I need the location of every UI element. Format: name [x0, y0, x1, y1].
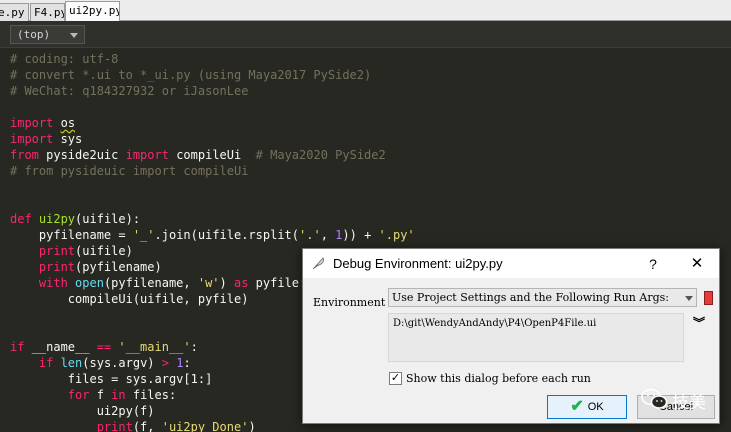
environment-label: Environment [313, 296, 386, 309]
edit-environment-icon[interactable] [704, 291, 713, 305]
code-line: # from pysideuic import compileUi [10, 164, 249, 178]
code-line: print(uifile) [38, 244, 133, 258]
code-line: for f in files: [10, 388, 177, 402]
tab-f4-py[interactable]: F4.py [30, 3, 65, 21]
chevron-down-icon [685, 296, 693, 301]
chevron-down-icon [70, 33, 78, 38]
environment-dropdown[interactable]: Use Project Settings and the Following R… [388, 288, 697, 307]
close-button[interactable]: ✕ [687, 254, 707, 274]
run-args-field[interactable]: D:\git\WendyAndAndy\P4\OpenP4File.ui [388, 313, 684, 362]
code-line: ui2py(f) [10, 404, 155, 418]
watermark: 技美 [640, 386, 716, 413]
tab-e-py[interactable]: e.py [0, 3, 29, 21]
dialog-titlebar[interactable]: Debug Environment: ui2py.py ? ✕ [303, 249, 719, 278]
scope-bar: (top) [0, 21, 731, 48]
expand-icon[interactable]: ︾ [692, 317, 706, 329]
code-line: # coding: utf-8 [10, 52, 119, 66]
code-line: compileUi(uifile, pyfile) [10, 292, 249, 306]
tab-ui2py-py[interactable]: ui2py.py [65, 1, 120, 22]
wechat-logo-icon [641, 388, 668, 409]
ok-button[interactable]: ✔ OK [547, 395, 627, 419]
code-line: files = sys.argv[1:] [10, 372, 213, 386]
code-line: print(f, 'ui2py Done') [10, 420, 256, 432]
code-line: def ui2py(uifile): [10, 212, 141, 226]
code-line: with open(pyfilename, 'w') as pyfile: [10, 276, 307, 290]
code-line: pyfilename = '_'.join(uifile.rsplit('.',… [10, 228, 415, 242]
code-line: from pyside2uic import compileUi # Maya2… [10, 148, 386, 162]
dialog-title: Debug Environment: ui2py.py [333, 256, 503, 271]
run-args-value: D:\git\WendyAndAndy\P4\OpenP4File.ui [393, 318, 597, 329]
show-dialog-checkbox[interactable]: ✓ [389, 372, 402, 385]
show-dialog-label: Show this dialog before each run [406, 372, 591, 385]
code-line: import sys [10, 132, 83, 146]
code-line: print(pyfilename) [38, 260, 162, 274]
code-line: # WeChat: q184327932 or iJasonLee [10, 84, 249, 98]
scope-dropdown-value: (top) [17, 28, 51, 41]
scope-dropdown[interactable]: (top) [10, 25, 85, 44]
code-line: # convert *.ui to *_ui.py (using Maya201… [10, 68, 372, 82]
checkmark-icon: ✔ [570, 398, 584, 415]
code-line: import os [10, 116, 76, 130]
ok-label: OK [587, 401, 604, 413]
code-line: if len(sys.argv) > 1: [10, 356, 191, 370]
feather-icon [312, 257, 325, 270]
help-button[interactable]: ? [643, 254, 663, 274]
file-tab-bar: e.py F4.py ui2py.py [0, 0, 731, 22]
watermark-text: 技美 [672, 393, 706, 413]
code-line: if __name__ == '__main__': [10, 340, 198, 354]
